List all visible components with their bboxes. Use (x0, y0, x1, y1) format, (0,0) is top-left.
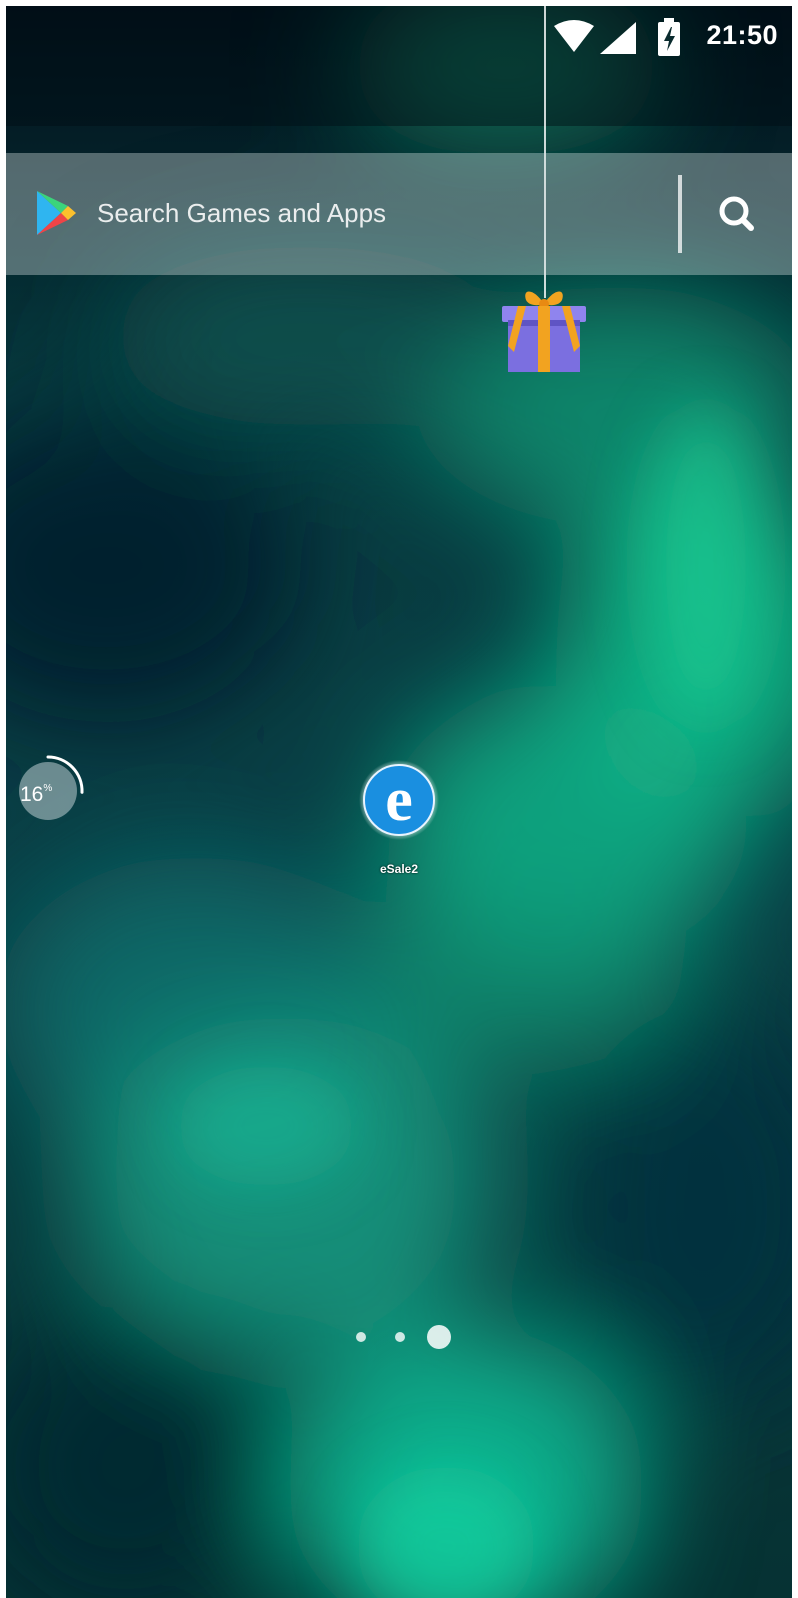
clock-time: 21:50 (706, 20, 778, 50)
memory-boost-widget[interactable]: 16% (10, 751, 86, 827)
cell-signal-icon (600, 22, 636, 54)
memory-unit: % (43, 783, 53, 794)
page-indicator (346, 1322, 456, 1352)
page-dot[interactable] (356, 1332, 366, 1342)
memory-percent-text: 16% (20, 783, 52, 807)
page-dot-active[interactable] (427, 1325, 451, 1349)
battery-charging-icon (658, 18, 680, 56)
search-divider (678, 175, 682, 253)
esale-app-icon: e (359, 760, 439, 840)
status-bar: 21:50 (6, 6, 792, 70)
search-icon[interactable] (706, 183, 768, 245)
gift-icon[interactable] (496, 282, 592, 374)
app-icon-esale2[interactable]: e eSale2 (349, 754, 449, 884)
search-bar[interactable]: Search Games and Apps (6, 153, 792, 275)
home-screen: 21:50 Search Games and Apps 16% e eSale2 (6, 6, 792, 1598)
svg-text:e: e (385, 766, 413, 834)
wifi-icon (554, 20, 594, 52)
app-label: eSale2 (379, 862, 419, 876)
play-store-icon (37, 191, 76, 235)
search-input[interactable]: Search Games and Apps (97, 198, 386, 229)
page-dot[interactable] (395, 1332, 405, 1342)
memory-value: 16 (20, 783, 44, 806)
